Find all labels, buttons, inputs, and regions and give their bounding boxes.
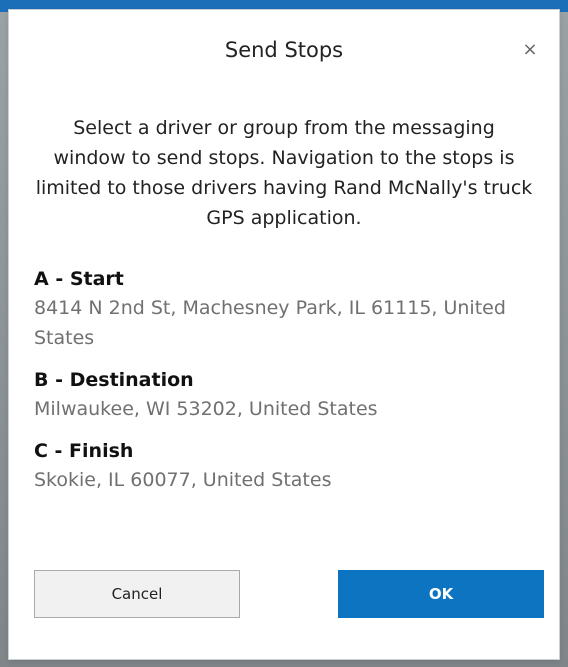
- stop-item: A - Start 8414 N 2nd St, Machesney Park,…: [34, 265, 544, 353]
- close-icon[interactable]: ×: [521, 41, 539, 59]
- stop-label: C - Finish: [34, 440, 134, 462]
- cancel-button[interactable]: Cancel: [34, 570, 240, 618]
- stop-label: A - Start: [34, 268, 124, 290]
- stop-item: C - Finish Skokie, IL 60077, United Stat…: [34, 437, 544, 495]
- stop-address: Skokie, IL 60077, United States: [34, 469, 332, 491]
- stop-address: Milwaukee, WI 53202, United States: [34, 398, 378, 420]
- stop-item: B - Destination Milwaukee, WI 53202, Uni…: [34, 366, 544, 424]
- dialog-title: Send Stops: [224, 38, 344, 62]
- dialog-message: Select a driver or group from the messag…: [35, 117, 533, 229]
- stop-address: 8414 N 2nd St, Machesney Park, IL 61115,…: [34, 297, 506, 349]
- ok-button[interactable]: OK: [338, 570, 544, 618]
- stops-list: A - Start 8414 N 2nd St, Machesney Park,…: [34, 265, 544, 508]
- send-stops-dialog: Send Stops × Select a driver or group fr…: [9, 10, 559, 659]
- stop-label: B - Destination: [34, 369, 194, 391]
